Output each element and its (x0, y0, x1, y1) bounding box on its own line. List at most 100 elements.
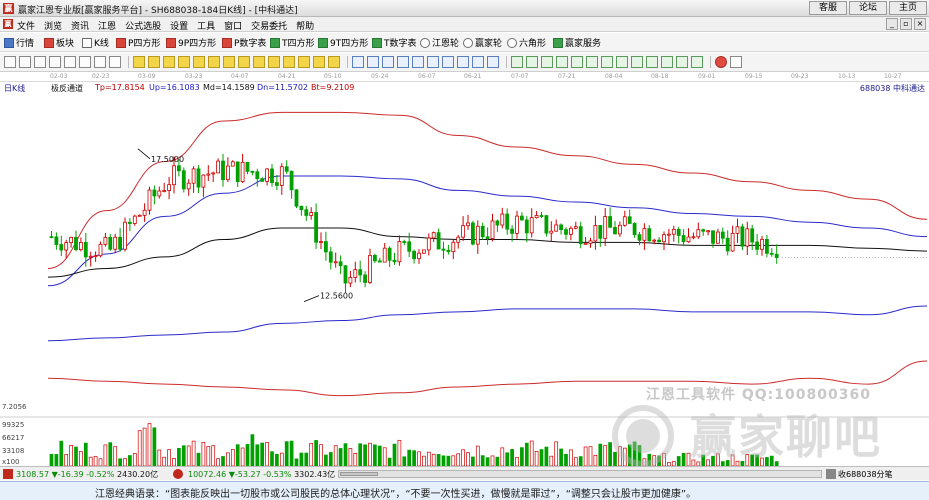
candle-body (377, 260, 382, 263)
sz-index-quote[interactable]: 10072.46 ▼-53.27 -0.53% 3302.43亿 (188, 469, 335, 480)
sector-button[interactable]: 板块 (44, 36, 74, 49)
gann-tool-2-icon[interactable] (148, 56, 160, 68)
tool-m-icon[interactable] (691, 56, 703, 68)
tool-j-icon[interactable] (646, 56, 658, 68)
menu-help[interactable]: 帮助 (296, 19, 314, 32)
gann-tool-11-icon[interactable] (283, 56, 295, 68)
gann-tool-9-icon[interactable] (253, 56, 265, 68)
menu-settings[interactable]: 设置 (170, 19, 188, 32)
gann-tool-5-icon[interactable] (193, 56, 205, 68)
record-icon[interactable] (715, 56, 727, 68)
gann-wheel-button[interactable]: 江恩轮 (420, 36, 459, 49)
menu-file[interactable]: 文件 (17, 19, 35, 32)
minimize-button[interactable]: _ (886, 18, 898, 30)
tool-l-icon[interactable] (676, 56, 688, 68)
line-chart-icon[interactable] (94, 56, 106, 68)
gann-tool-4-icon[interactable] (178, 56, 190, 68)
draw-text-icon[interactable] (487, 56, 499, 68)
tool-h-icon[interactable] (616, 56, 628, 68)
volume-bar (328, 452, 333, 466)
menu-window[interactable]: 窗口 (224, 19, 242, 32)
volume-bar (485, 457, 490, 466)
tool-g-icon[interactable] (601, 56, 613, 68)
kline-button[interactable]: K线 (82, 36, 109, 49)
volume-bar (324, 454, 328, 466)
t-square-button[interactable]: T四方形 (270, 36, 315, 49)
menu-tools[interactable]: 工具 (197, 19, 215, 32)
forum-link[interactable]: 论坛 (848, 1, 887, 15)
draw-grid-icon[interactable] (442, 56, 454, 68)
menu-formula-screener[interactable]: 公式选股 (125, 19, 161, 32)
t-number-table-button[interactable]: T数字表 (372, 36, 417, 49)
tool-f-icon[interactable] (586, 56, 598, 68)
volume-bar (191, 440, 196, 466)
menu-browse[interactable]: 浏览 (44, 19, 62, 32)
tool-a-icon[interactable] (511, 56, 523, 68)
gann-tool-7-icon[interactable] (223, 56, 235, 68)
close-button[interactable]: × (914, 18, 926, 30)
tool-b-icon[interactable] (526, 56, 538, 68)
candle-body (755, 241, 759, 250)
link-icon[interactable] (730, 56, 742, 68)
chart-area[interactable]: 02-03 02-23 03-09 03-23 04-07 04-21 05-10 05-24… (0, 73, 929, 478)
volume-bar (510, 449, 514, 466)
hexagon-button[interactable]: 六角形 (507, 36, 546, 49)
homepage-link[interactable]: 主页 (888, 1, 927, 15)
draw-cross-icon[interactable] (367, 56, 379, 68)
bar-chart-icon[interactable] (64, 56, 76, 68)
volume-icon[interactable] (79, 56, 91, 68)
candle-body (412, 250, 417, 260)
draw-fan-icon[interactable] (397, 56, 409, 68)
draw-table-icon[interactable] (427, 56, 439, 68)
draw-ellipse-icon[interactable] (472, 56, 484, 68)
draw-channel-icon[interactable] (382, 56, 394, 68)
tool-i-icon[interactable] (631, 56, 643, 68)
gann-tool-13-icon[interactable] (313, 56, 325, 68)
candle-body (108, 236, 113, 250)
menu-gann[interactable]: 江恩 (98, 19, 116, 32)
menu-app-icon[interactable]: 赢 (3, 19, 13, 29)
9p-square-button[interactable]: 9P四方形 (166, 36, 216, 49)
volume-bar (549, 455, 554, 466)
candle-body (490, 220, 495, 239)
gann-tool-8-icon[interactable] (238, 56, 250, 68)
gann-tool-12-icon[interactable] (298, 56, 310, 68)
candle-body (372, 254, 377, 262)
chart-zoom-icon[interactable] (19, 56, 31, 68)
tool-d-icon[interactable] (556, 56, 568, 68)
percent-icon[interactable] (49, 56, 61, 68)
p-number-table-button[interactable]: P数字表 (222, 36, 266, 49)
menu-trade[interactable]: 交易委托 (251, 19, 287, 32)
draw-line-icon[interactable] (352, 56, 364, 68)
volume-bar (309, 443, 314, 466)
draw-box-icon[interactable] (412, 56, 424, 68)
restore-button[interactable]: ▫ (900, 18, 912, 30)
scrollbar-thumb[interactable] (340, 472, 378, 476)
tick-data-label[interactable]: 收688038分笔 (838, 469, 893, 480)
gann-tool-1-icon[interactable] (133, 56, 145, 68)
candle-body (745, 228, 750, 247)
data-icon[interactable] (109, 56, 121, 68)
gann-tool-10-icon[interactable] (268, 56, 280, 68)
winner-service-button[interactable]: 赢家服务 (553, 36, 601, 49)
gann-tool-14-icon[interactable] (328, 56, 340, 68)
news-scrollbar[interactable] (338, 470, 822, 478)
sh-index-quote[interactable]: 3108.57 ▼-16.39 -0.52% 2430.20亿 (16, 469, 158, 480)
candle-body (338, 261, 343, 267)
gann-tool-6-icon[interactable] (208, 56, 220, 68)
volume-bar (83, 442, 88, 466)
winner-wheel-button[interactable]: 赢家轮 (463, 36, 502, 49)
menu-news[interactable]: 资讯 (71, 19, 89, 32)
service-link[interactable]: 客服 (808, 1, 847, 15)
tool-c-icon[interactable] (541, 56, 553, 68)
chart-type-icon[interactable] (34, 56, 46, 68)
draw-arc-icon[interactable] (457, 56, 469, 68)
tool-k-icon[interactable] (661, 56, 673, 68)
quote-button[interactable]: 行情 (4, 36, 34, 49)
volume-bar (363, 444, 367, 466)
gann-tool-3-icon[interactable] (163, 56, 175, 68)
zoom-in-icon[interactable] (4, 56, 16, 68)
tool-e-icon[interactable] (571, 56, 583, 68)
p-square-button[interactable]: P四方形 (116, 36, 160, 49)
9t-square-button[interactable]: 9T四方形 (318, 36, 368, 49)
